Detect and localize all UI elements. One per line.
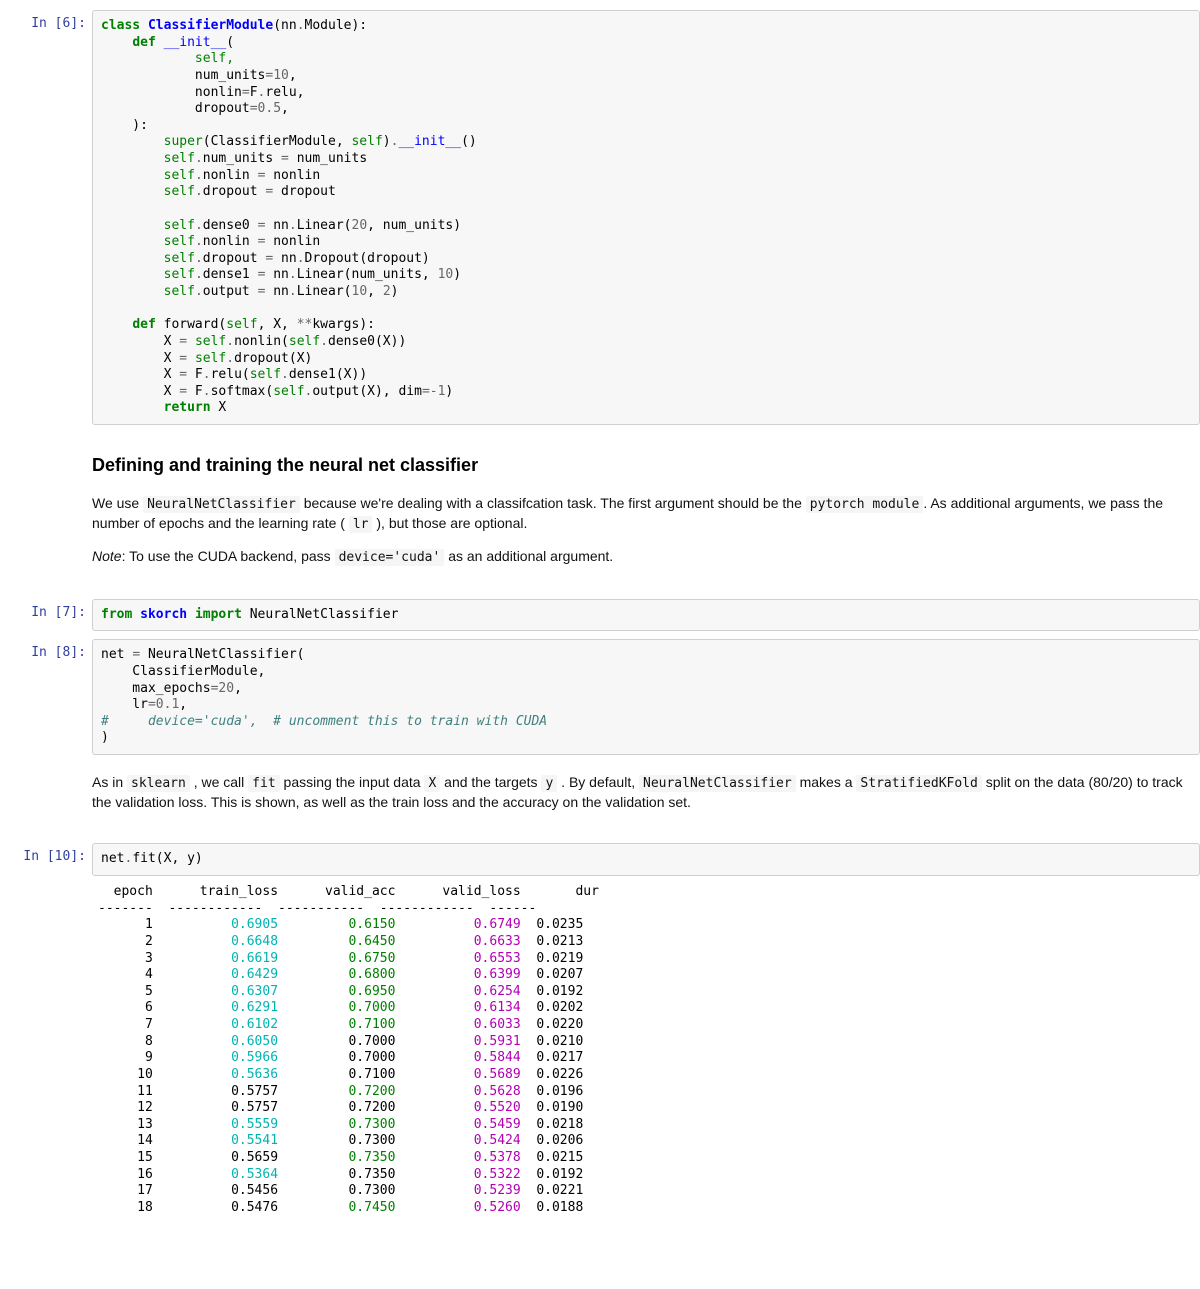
paragraph-1: We use NeuralNetClassifier because we're… (92, 494, 1184, 533)
inline-code: pytorch module (806, 496, 924, 513)
inline-code: device='cuda' (335, 549, 445, 566)
cell-in-8: In [8]: net = NeuralNetClassifier( Class… (0, 635, 1200, 759)
inline-code: NeuralNetClassifier (143, 496, 300, 513)
section-heading: Defining and training the neural net cla… (92, 455, 1184, 476)
code-cell-7[interactable]: from skorch import NeuralNetClassifier (92, 599, 1200, 632)
paragraph-2: Note: To use the CUDA backend, pass devi… (92, 547, 1184, 567)
markdown-cell-1: Defining and training the neural net cla… (0, 429, 1200, 595)
prompt-in-7: In [7]: (0, 599, 92, 632)
inline-code: X (424, 775, 440, 792)
code-cell-8[interactable]: net = NeuralNetClassifier( ClassifierMod… (92, 639, 1200, 755)
inline-code: lr (349, 516, 373, 533)
markdown-body: Defining and training the neural net cla… (92, 433, 1200, 591)
code-7: from skorch import NeuralNetClassifier (101, 607, 1191, 624)
inline-code: fit (248, 775, 279, 792)
code-cell-10[interactable]: net.fit(X, y) (92, 843, 1200, 876)
inline-code: NeuralNetClassifier (639, 775, 796, 792)
code-8: net = NeuralNetClassifier( ClassifierMod… (101, 647, 1191, 747)
inline-code: y (541, 775, 557, 792)
code-6: class ClassifierModule(nn.Module): def _… (101, 18, 1191, 417)
code-cell-6[interactable]: class ClassifierModule(nn.Module): def _… (92, 10, 1200, 425)
prompt-in-8: In [8]: (0, 639, 92, 755)
inline-code: StratifiedKFold (856, 775, 981, 792)
cell-in-7: In [7]: from skorch import NeuralNetClas… (0, 595, 1200, 636)
markdown-body-2: As in sklearn , we call fit passing the … (92, 763, 1200, 835)
paragraph-3: As in sklearn , we call fit passing the … (92, 773, 1184, 811)
code-10: net.fit(X, y) (101, 851, 1191, 868)
prompt-in-10: In [10]: (0, 843, 92, 1216)
training-output-table: epoch train_loss valid_acc valid_loss du… (92, 876, 1200, 1217)
cell-in-6: In [6]: class ClassifierModule(nn.Module… (0, 6, 1200, 429)
notebook: In [6]: class ClassifierModule(nn.Module… (0, 0, 1200, 1221)
inline-code: sklearn (127, 775, 190, 792)
prompt-in-6: In [6]: (0, 10, 92, 425)
markdown-cell-2: As in sklearn , we call fit passing the … (0, 759, 1200, 839)
cell-in-10: In [10]: net.fit(X, y) epoch train_loss … (0, 839, 1200, 1220)
